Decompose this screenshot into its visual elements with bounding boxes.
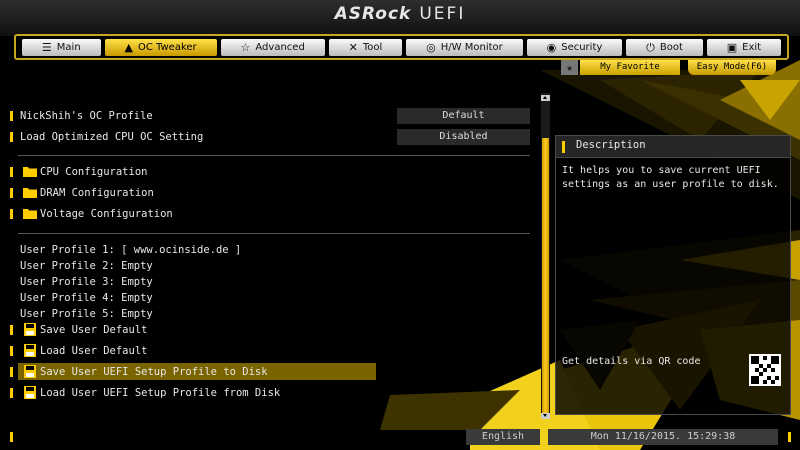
folder-dram-configuration[interactable]: DRAM Configuration [0, 184, 540, 202]
row-marker [10, 346, 13, 356]
row-marker [10, 325, 13, 335]
tab-label: Exit [742, 42, 762, 53]
power-icon: ⏻ [646, 41, 655, 54]
qr-code-icon[interactable] [749, 354, 781, 386]
setting-row-oc-profile[interactable]: NickShih's OC Profile Default [0, 107, 540, 125]
title-bar: ASRock UEFI [0, 0, 800, 36]
row-marker [10, 167, 13, 177]
tab-label: OC Tweaker [138, 42, 197, 53]
action-load-profile-from-disk[interactable]: Load User UEFI Setup Profile from Disk [0, 384, 540, 402]
setting-label: NickShih's OC Profile [20, 110, 153, 122]
tab-label: Security [561, 42, 603, 53]
description-panel: Description It helps you to save current… [555, 135, 791, 415]
divider [18, 233, 530, 234]
action-save-profile-to-disk[interactable]: Save User UEFI Setup Profile to Disk [0, 363, 540, 381]
load-from-disk-icon [24, 386, 36, 399]
flame-icon: ▲ [124, 41, 133, 54]
tab-tool[interactable]: ✕ Tool [328, 39, 403, 56]
row-marker [10, 209, 13, 219]
folder-label: Voltage Configuration [40, 208, 173, 220]
setting-row-load-cpu-oc[interactable]: Load Optimized CPU OC Setting Disabled [0, 128, 540, 146]
brand-suffix: UEFI [419, 4, 466, 24]
row-marker [10, 388, 13, 398]
header-marker [562, 141, 565, 153]
action-load-user-default[interactable]: Load User Default [0, 342, 540, 360]
folder-voltage-configuration[interactable]: Voltage Configuration [0, 205, 540, 223]
save-to-disk-icon [24, 365, 36, 378]
folder-icon [23, 167, 37, 177]
qr-label: Get details via QR code [562, 356, 701, 367]
folder-label: CPU Configuration [40, 166, 148, 178]
exit-icon: ▣ [726, 41, 738, 54]
action-label: Load User Default [40, 345, 148, 357]
action-label: Load User UEFI Setup Profile from Disk [40, 387, 281, 399]
footer-marker [10, 432, 13, 442]
tab-label: Boot [659, 42, 683, 53]
favorite-star-icon[interactable]: ★ [561, 60, 578, 75]
setting-value[interactable]: Default [397, 108, 530, 124]
monitor-icon: ◎ [426, 41, 436, 54]
main-tab-bar: ☰ Main ▲ OC Tweaker ☆ Advanced ✕ Tool ◎ … [14, 34, 789, 60]
setting-value[interactable]: Disabled [397, 129, 530, 145]
folder-cpu-configuration[interactable]: CPU Configuration [0, 163, 540, 181]
row-marker [10, 188, 13, 198]
row-marker [10, 367, 13, 377]
tab-label: Tool [362, 42, 383, 53]
language-selector[interactable]: English [466, 429, 540, 445]
action-label: Save User UEFI Setup Profile to Disk [40, 366, 268, 378]
row-marker [10, 111, 13, 121]
folder-icon [23, 188, 37, 198]
tab-exit[interactable]: ▣ Exit [706, 39, 782, 56]
load-disk-icon [24, 344, 36, 357]
brand-logo: ASRock UEFI [0, 4, 800, 24]
action-label: Save User Default [40, 324, 148, 336]
tab-oc-tweaker[interactable]: ▲ OC Tweaker [104, 39, 217, 56]
scrollbar[interactable] [541, 93, 550, 419]
star-icon: ☆ [240, 41, 251, 54]
tab-security[interactable]: ◉ Security [526, 39, 623, 56]
shield-icon: ◉ [546, 41, 557, 54]
scroll-down-arrow-icon[interactable] [541, 413, 550, 419]
divider [18, 155, 530, 156]
datetime-display: Mon 11/16/2015. 15:29:38 [548, 429, 778, 445]
easy-mode-button[interactable]: Easy Mode(F6) [688, 60, 776, 75]
settings-list: NickShih's OC Profile Default Load Optim… [0, 93, 540, 423]
brand-name: ASRock [334, 4, 412, 24]
list-icon: ☰ [41, 41, 52, 54]
tab-label: H/W Monitor [440, 42, 503, 53]
tab-boot[interactable]: ⏻ Boot [626, 39, 703, 56]
setting-label: Load Optimized CPU OC Setting [20, 131, 204, 143]
row-marker [10, 132, 13, 142]
footer-marker [788, 432, 791, 442]
description-header: Description [555, 135, 791, 157]
description-text: It helps you to save current UEFI settin… [562, 165, 779, 190]
my-favorite-button[interactable]: My Favorite [580, 60, 680, 75]
description-body: It helps you to save current UEFI settin… [555, 157, 791, 415]
description-title: Description [576, 139, 646, 151]
tab-advanced[interactable]: ☆ Advanced [220, 39, 325, 56]
tools-icon: ✕ [348, 41, 358, 54]
tab-label: Main [56, 42, 81, 53]
scroll-up-arrow-icon[interactable] [541, 95, 550, 101]
action-save-user-default[interactable]: Save User Default [0, 321, 540, 339]
scroll-thumb[interactable] [542, 138, 549, 414]
save-disk-icon [24, 323, 36, 336]
folder-label: DRAM Configuration [40, 187, 154, 199]
folder-icon [23, 209, 37, 219]
tab-main[interactable]: ☰ Main [22, 39, 101, 56]
tab-label: Advanced [255, 42, 305, 53]
tab-hw-monitor[interactable]: ◎ H/W Monitor [406, 39, 523, 56]
